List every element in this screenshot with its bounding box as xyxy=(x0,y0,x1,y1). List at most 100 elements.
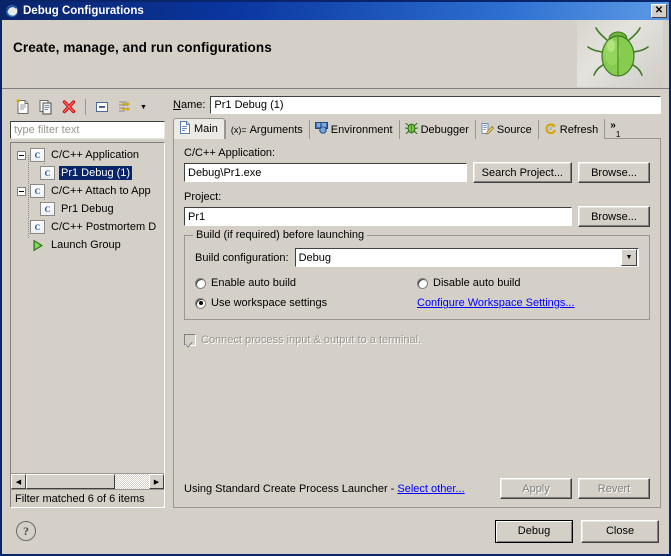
question-mark-icon[interactable]: ? xyxy=(16,521,36,541)
close-label: Close xyxy=(605,525,635,537)
build-configuration-combo[interactable]: Debug ▼ xyxy=(294,248,639,267)
tab-overflow-count: 1 xyxy=(615,130,621,139)
scrollbar-thumb[interactable] xyxy=(26,474,115,489)
name-label: Name: xyxy=(173,99,206,111)
tab-label: Main xyxy=(194,123,218,135)
search-project-button[interactable]: Search Project... xyxy=(472,162,572,183)
radio-label: Disable auto build xyxy=(433,277,521,289)
close-button[interactable]: Close xyxy=(581,519,659,543)
connect-terminal-label: Connect process input & output to a term… xyxy=(201,334,422,346)
launcher-text: Using Standard Create Process Launcher -… xyxy=(184,483,500,495)
apply-button[interactable]: Apply xyxy=(500,478,572,499)
debug-button[interactable]: Debug xyxy=(495,519,573,543)
radio-indicator[interactable] xyxy=(195,277,206,289)
radio-label: Use workspace settings xyxy=(211,297,328,309)
dialog-body: ▼ type filter text C C/C++ Application C… xyxy=(2,89,669,508)
radio-indicator[interactable] xyxy=(417,277,428,289)
tab-bar: Main (x)= Arguments Environment Debugger… xyxy=(173,118,661,139)
title-bar: Debug Configurations ✕ xyxy=(2,2,669,20)
tree-horizontal-scrollbar[interactable]: ◀ ▶ xyxy=(11,473,164,489)
name-input[interactable]: Pr1 Debug (1) xyxy=(210,96,661,114)
collapse-twisty-icon[interactable] xyxy=(17,186,26,196)
page-title: Create, manage, and run configurations xyxy=(13,40,272,55)
chevron-down-icon[interactable]: ▼ xyxy=(621,249,637,266)
launch-configurations-pane: ▼ type filter text C C/C++ Application C… xyxy=(10,95,165,508)
connect-terminal-checkbox[interactable]: Connect process input & output to a term… xyxy=(184,334,650,346)
collapse-all-icon[interactable] xyxy=(92,97,112,117)
tree-item-label: Pr1 Debug (1) xyxy=(59,165,133,181)
scrollbar-track[interactable] xyxy=(26,474,149,489)
variables-icon: (x)= xyxy=(230,124,247,135)
build-configuration-value: Debug xyxy=(298,251,331,264)
application-input[interactable]: Debug\Pr1.exe xyxy=(184,163,467,182)
tab-arguments[interactable]: (x)= Arguments xyxy=(224,120,309,139)
document-icon xyxy=(179,121,191,137)
radio-use-workspace-settings[interactable]: Use workspace settings xyxy=(195,297,417,309)
tab-debugger[interactable]: Debugger xyxy=(398,120,475,139)
radio-enable-auto-build[interactable]: Enable auto build xyxy=(195,277,417,289)
apply-revert-buttons: Apply Revert xyxy=(500,478,650,499)
tree-item-cpp-attach-to-app[interactable]: C C/C++ Attach to App xyxy=(11,182,164,200)
tab-label: Debugger xyxy=(420,123,469,136)
project-browse-button[interactable]: Browse... xyxy=(578,206,650,227)
tab-label: Environment xyxy=(330,123,393,136)
tree-content: C C/C++ Application C Pr1 Debug (1) C C/… xyxy=(11,143,164,473)
tree-item-label: C/C++ Attach to App xyxy=(51,184,151,197)
tab-refresh[interactable]: Refresh xyxy=(537,120,605,139)
launch-configuration-tree[interactable]: C C/C++ Application C Pr1 Debug (1) C C/… xyxy=(10,142,165,508)
copy-icon[interactable] xyxy=(36,97,56,117)
tree-item-cpp-application[interactable]: C C/C++ Application xyxy=(11,146,164,164)
tree-item-pr1-debug-1[interactable]: C Pr1 Debug (1) xyxy=(11,164,164,182)
environment-icon xyxy=(314,122,328,137)
tree-item-cpp-postmortem-debugger[interactable]: C C/C++ Postmortem D xyxy=(11,218,164,236)
new-document-icon[interactable] xyxy=(13,97,33,117)
application-value: Debug\Pr1.exe xyxy=(188,166,262,179)
select-other-launcher-link[interactable]: Select other... xyxy=(397,483,464,495)
tree-item-label: C/C++ Application xyxy=(51,148,140,161)
tab-overflow-button[interactable]: » 1 xyxy=(604,119,624,139)
debug-label: Debug xyxy=(517,525,551,537)
scroll-right-icon[interactable]: ▶ xyxy=(149,474,164,489)
tab-main[interactable]: Main xyxy=(173,118,225,139)
filter-placeholder: type filter text xyxy=(14,124,80,136)
radio-disable-auto-build[interactable]: Disable auto build xyxy=(417,277,639,289)
tab-source[interactable]: Source xyxy=(474,120,538,139)
radio-indicator[interactable] xyxy=(195,297,206,309)
application-browse-button[interactable]: Browse... xyxy=(578,162,650,183)
project-browse-label: Browse... xyxy=(591,210,637,223)
tree-item-pr1-debug[interactable]: C Pr1 Debug xyxy=(11,200,164,218)
close-icon[interactable]: ✕ xyxy=(651,4,667,18)
debug-configurations-dialog: Debug Configurations ✕ Create, manage, a… xyxy=(0,0,671,556)
c-file-icon: C xyxy=(30,220,45,234)
scroll-left-icon[interactable]: ◀ xyxy=(11,474,26,489)
revert-button[interactable]: Revert xyxy=(578,478,650,499)
window-title: Debug Configurations xyxy=(23,5,144,17)
collapse-twisty-icon[interactable] xyxy=(17,150,26,160)
red-x-delete-icon[interactable] xyxy=(59,97,79,117)
tree-toolbar: ▼ xyxy=(10,95,165,119)
green-bug-icon xyxy=(577,20,663,87)
filter-input[interactable]: type filter text xyxy=(10,121,165,139)
name-value: Pr1 Debug (1) xyxy=(214,99,284,111)
filter-icon[interactable] xyxy=(115,97,135,117)
build-group-title: Build (if required) before launching xyxy=(193,229,368,241)
configure-workspace-settings-link[interactable]: Configure Workspace Settings... xyxy=(417,297,639,309)
tree-item-label: C/C++ Postmortem D xyxy=(51,220,157,233)
tab-label: Source xyxy=(496,123,532,136)
source-icon xyxy=(481,122,494,138)
tree-item-launch-group[interactable]: Launch Group xyxy=(11,236,164,254)
c-file-icon: C xyxy=(40,166,55,180)
launcher-row: Using Standard Create Process Launcher -… xyxy=(184,478,650,499)
debugger-icon xyxy=(404,122,418,138)
filter-status-text: Filter matched 6 of 6 items xyxy=(11,489,164,507)
tab-label: Arguments xyxy=(249,123,303,136)
checkbox-indicator[interactable] xyxy=(184,334,196,346)
main-tab-panel: C/C++ Application: Debug\Pr1.exe Search … xyxy=(173,138,661,508)
tab-label: Refresh xyxy=(559,123,599,136)
chevron-down-icon[interactable]: ▼ xyxy=(138,97,149,117)
application-label: C/C++ Application: xyxy=(184,147,276,159)
tab-environment[interactable]: Environment xyxy=(308,120,399,139)
tree-item-label: Pr1 Debug xyxy=(61,202,114,215)
project-input[interactable]: Pr1 xyxy=(184,207,572,226)
build-configuration-label: Build configuration: xyxy=(195,251,289,264)
